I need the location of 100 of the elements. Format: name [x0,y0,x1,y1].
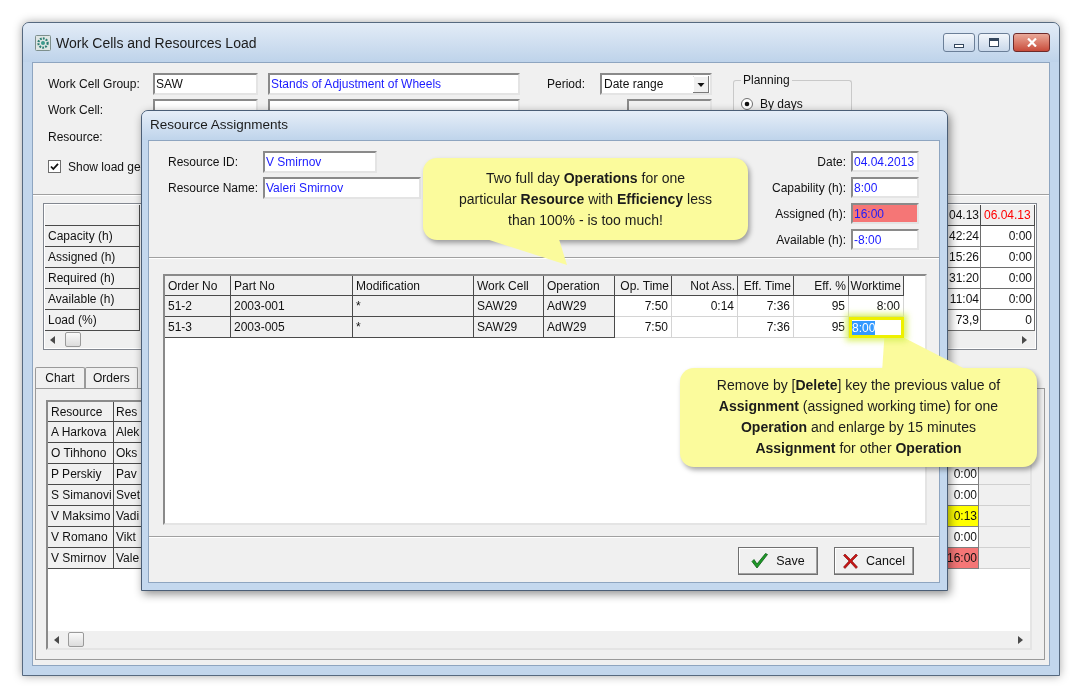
row-header: Required (h) [45,268,140,289]
scroll-left-icon[interactable] [54,635,59,644]
value-field[interactable]: 04.04.2013 [851,151,919,172]
cancel-button[interactable]: Cancel [834,547,914,575]
table-cell: 95 [794,296,849,317]
table-cell: 73,9 [948,310,981,331]
value-field[interactable]: -8:00 [851,229,919,250]
radio-label: By days [760,96,803,113]
column-header: Not Ass. [672,276,738,296]
table-cell: * [353,296,474,317]
table-cell: 51-2 [165,296,231,317]
row-header: V Maksimo [48,506,114,527]
column-header: 06.04.13 [981,205,1035,226]
table-cell: AdW29 [544,317,615,338]
scrollbar-thumb[interactable] [68,632,84,647]
table-cell: Oks [114,443,141,464]
checkbox[interactable] [48,160,61,173]
table-cell: 2003-005 [231,317,353,338]
table-cell: * [353,317,474,338]
maximize-icon [989,38,999,47]
maximize-button[interactable] [978,33,1010,52]
close-button[interactable] [1013,33,1050,52]
column-header: Worktime [849,276,904,296]
table-cell: SAW29 [474,296,544,317]
table-cell: 0:00 [981,226,1035,247]
table-cell: 7:50 [615,317,672,338]
date-field[interactable] [627,99,712,110]
field-label: Resource: [48,129,103,146]
table-cell: 0 [981,310,1035,331]
table-cell: Vikt [114,527,141,548]
row-header: V Smirnov [48,548,114,569]
resource-id-field[interactable]: V Smirnov [263,151,377,173]
table-cell: 16:00 [948,548,979,569]
cross-icon [843,553,859,569]
column-header: Op. Time [615,276,672,296]
code-field[interactable] [153,99,258,110]
column-header: Eff. % [794,276,849,296]
field-label: Work Cell: [48,102,105,119]
description-field[interactable] [268,99,520,110]
row-header: A Harkova [48,422,114,443]
table-cell: AdW29 [544,296,615,317]
table-cell: SAW29 [474,317,544,338]
table-cell: 7:50 [615,296,672,317]
dialog-title: Resource Assignments [150,116,289,135]
gear-icon [35,35,51,51]
dropdown-arrow-icon[interactable] [693,75,709,93]
table-cell: Pav [114,464,141,485]
table-cell: 0:00 [981,268,1035,289]
column-header: Operation [544,276,615,296]
scrollbar-thumb[interactable] [65,332,81,347]
scroll-right-icon[interactable] [1018,635,1023,644]
row-header: Assigned (h) [45,247,140,268]
checkbox-label: Show load ge [68,158,141,176]
field-label: Resource ID: [168,154,240,171]
scroll-left-icon[interactable] [50,335,55,344]
table-cell: 15:26 [948,247,981,268]
tab[interactable]: Chart [35,367,85,388]
close-icon [1026,38,1037,47]
radio-button[interactable] [741,98,753,110]
period-dropdown[interactable]: Date range [600,73,712,95]
table-cell: 0:14 [672,296,738,317]
table-cell: Svet [114,485,141,506]
save-button[interactable]: Save [738,547,818,575]
field-label: Resource Name: [168,180,260,197]
table-cell: 7:36 [738,317,794,338]
row-header: P Perskiy [48,464,114,485]
table-cell: Vadi [114,506,141,527]
scroll-right-icon[interactable] [1022,335,1027,344]
table-cell: 95 [794,317,849,338]
value-field[interactable]: 8:00 [851,177,919,198]
minimize-icon [954,43,964,48]
table-cell: 11:04 [948,289,981,310]
table-cell: 8:00 [849,296,904,317]
row-header: S Simanovi [48,485,114,506]
column-header: Eff. Time [738,276,794,296]
column-header: 04.13 [948,205,981,226]
horizontal-scrollbar[interactable] [48,631,1030,648]
group-title: Planning [742,73,791,87]
table-cell: 51-3 [165,317,231,338]
code-field[interactable]: SAW [153,73,258,95]
table-cell: 7:36 [738,296,794,317]
column-header: Part No [231,276,353,296]
row-header: Capacity (h) [45,226,140,247]
table-cell: 0:00 [948,485,979,506]
minimize-button[interactable] [943,33,975,52]
window-title: Work Cells and Resources Load [56,34,257,52]
table-cell: 0:00 [981,247,1035,268]
row-header: O Tihhono [48,443,114,464]
row-header: Available (h) [45,289,140,310]
column-header: Order No [165,276,231,296]
table-cell: Alek [114,422,141,443]
resource-name-field[interactable]: Valeri Smirnov [263,177,421,199]
table-cell: 0:00 [948,527,979,548]
field-label: Date: [817,153,846,171]
description-field[interactable]: Stands of Adjustment of Wheels [268,73,520,95]
field-label: Assigned (h): [775,205,846,223]
table-cell: 0:13 [948,506,979,527]
tab[interactable]: Orders [85,367,138,388]
table-cell: 2003-001 [231,296,353,317]
column-header: Modification [353,276,474,296]
